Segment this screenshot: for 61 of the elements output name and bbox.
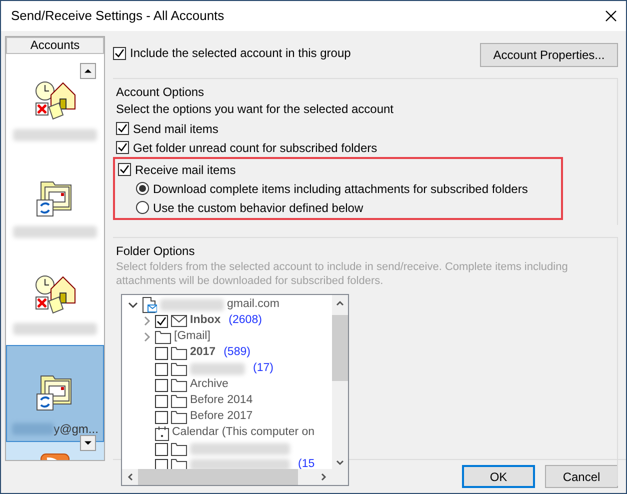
checkbox[interactable] <box>116 122 129 135</box>
blurred-text <box>12 423 54 435</box>
checkbox[interactable] <box>155 346 168 360</box>
scroll-left-icon[interactable] <box>126 472 134 482</box>
checkbox-label: Send mail items <box>133 120 218 138</box>
folder-icon <box>171 378 187 392</box>
blurred-text <box>190 363 245 375</box>
checkbox[interactable] <box>155 362 168 376</box>
folder-name[interactable]: Archive <box>190 376 228 394</box>
unread-count: (589) <box>224 345 250 360</box>
radio-label: Download complete items including attachments for subscribed folders <box>153 180 528 198</box>
scroll-up-icon[interactable] <box>80 63 96 79</box>
checkbox[interactable] <box>118 163 131 176</box>
checkbox[interactable] <box>155 442 168 456</box>
envelope-icon <box>171 315 187 327</box>
checkbox[interactable] <box>116 141 129 154</box>
checkbox[interactable] <box>113 46 126 60</box>
radio-label: Use the custom behavior defined below <box>153 200 364 216</box>
close-icon[interactable] <box>604 9 618 23</box>
chevron-down-icon[interactable] <box>128 300 138 310</box>
mailbox-icon <box>141 297 157 313</box>
window-title: Send/Receive Settings - All Accounts <box>11 7 224 26</box>
unread-count: (2608) <box>228 313 262 328</box>
folder-name[interactable]: Before 2014 <box>190 392 253 410</box>
folder-name[interactable]: Before 2017 <box>190 408 253 426</box>
unread-count: (17) <box>253 361 274 376</box>
folder-name[interactable]: [Gmail] <box>174 328 210 346</box>
radio-button[interactable] <box>136 201 149 214</box>
checkbox[interactable] <box>155 314 168 328</box>
scroll-down-icon[interactable] <box>80 435 96 451</box>
dialog-button[interactable]: Cancel <box>545 465 618 488</box>
account-name: gmail.com <box>227 297 280 312</box>
calendar-icon <box>155 426 169 440</box>
checkbox-label: Get folder unread count for subscribed folders <box>133 140 378 156</box>
folder-name[interactable]: 2017 <box>190 344 216 362</box>
unread-count: (15 <box>298 457 315 472</box>
checkbox[interactable] <box>155 378 168 392</box>
folder-icon <box>155 330 171 344</box>
account-properties-button[interactable]: Account Properties... <box>480 43 618 67</box>
folder-name[interactable]: Calendar (This computer on <box>172 424 315 442</box>
account-item[interactable]: y@gm... <box>6 345 104 442</box>
dialog-button[interactable]: OK <box>462 465 535 488</box>
horizontal-scrollbar[interactable] <box>122 469 348 485</box>
radio-button[interactable] <box>136 182 149 195</box>
blurred-text <box>160 299 224 311</box>
checkbox-label: Receive mail items <box>135 162 236 178</box>
folder-icon <box>171 362 187 376</box>
checkbox-label: Include the selected account in this group <box>130 45 351 62</box>
folder-name[interactable]: Inbox <box>190 312 221 330</box>
description-text: Select folders from the selected account to include in send/receive. Complete items including attachments will be downloaded for subscribed folders. <box>116 260 569 288</box>
vertical-scrollbar[interactable] <box>332 295 348 471</box>
checkbox[interactable] <box>155 410 168 424</box>
folder-icon <box>171 394 187 408</box>
folder-icon <box>171 442 187 456</box>
scroll-right-icon[interactable] <box>320 472 328 482</box>
folder-icon <box>171 346 187 360</box>
checkbox[interactable] <box>155 394 168 408</box>
instruction-text: Select the options you want for the selected account <box>116 101 395 118</box>
list-header: Accounts <box>6 37 104 54</box>
account-name: y@gm... <box>54 421 98 438</box>
folder-icon <box>171 410 187 424</box>
